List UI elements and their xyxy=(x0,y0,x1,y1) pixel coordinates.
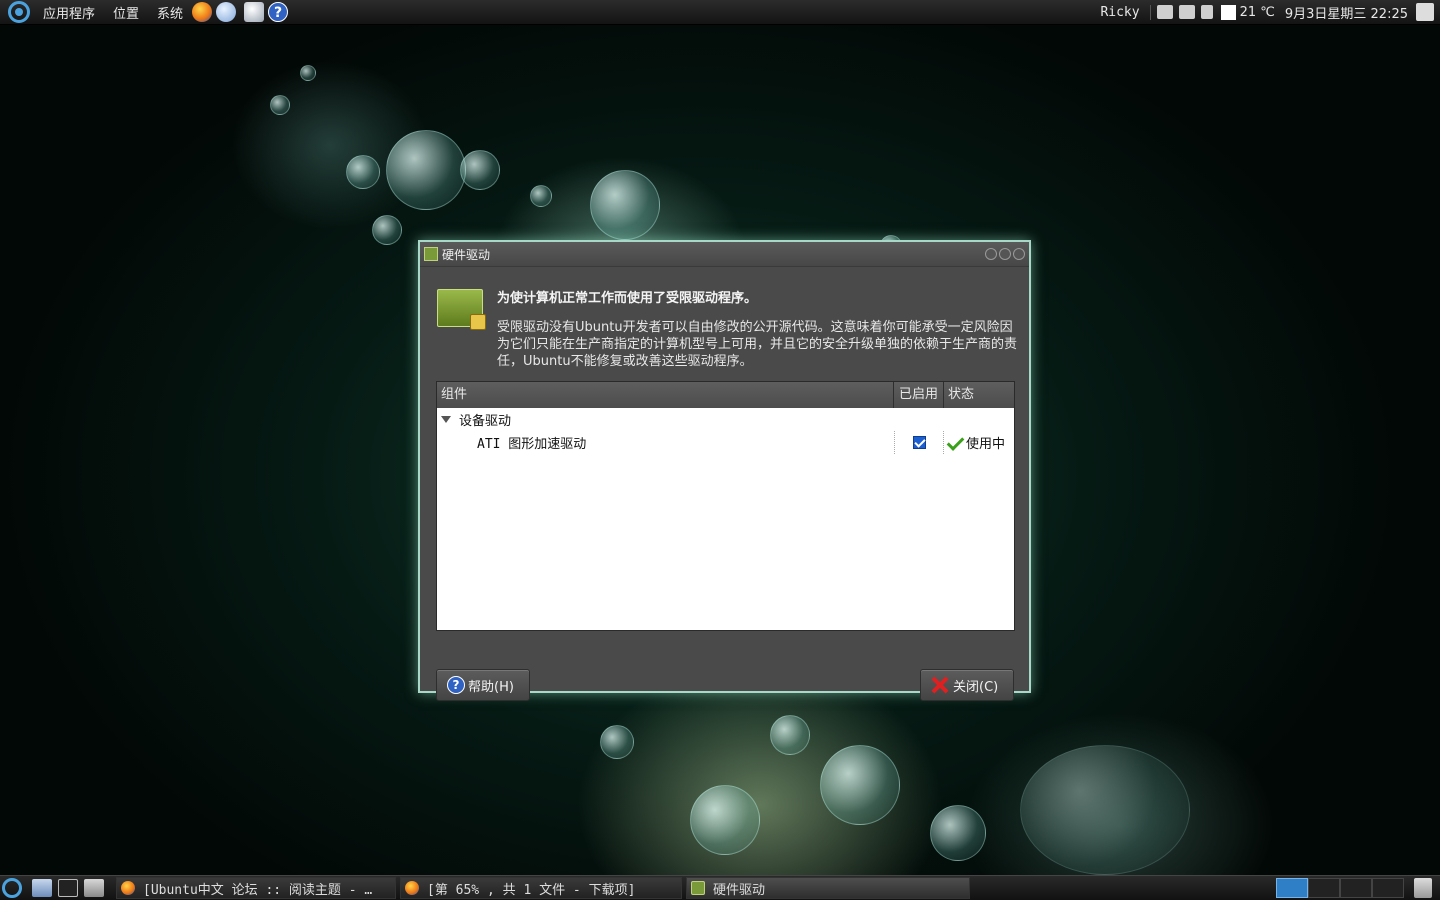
help-launcher-icon[interactable]: ? xyxy=(268,2,289,22)
wallpaper-bubble xyxy=(386,130,466,210)
taskbar-item-forum[interactable]: [Ubuntu中文 论坛 :: 阅读主题 - … xyxy=(116,877,396,899)
column-enabled[interactable]: 已启用 xyxy=(894,382,944,408)
wallpaper-bubble xyxy=(346,155,380,189)
column-component[interactable]: 组件 xyxy=(437,382,894,408)
hardware-driver-icon xyxy=(691,881,705,895)
window-buttons xyxy=(985,248,1025,260)
dialog-titlebar[interactable]: 硬件驱动 xyxy=(420,242,1029,267)
close-icon xyxy=(931,676,949,694)
close-button[interactable]: 关闭(C) xyxy=(920,669,1014,701)
firefox-icon xyxy=(405,881,419,895)
restricted-driver-icon xyxy=(437,289,486,330)
wallpaper-bubble xyxy=(600,725,634,759)
trash-icon[interactable] xyxy=(1414,878,1432,898)
close-window-button[interactable] xyxy=(1013,248,1025,260)
menu-places[interactable]: 位置 xyxy=(108,3,144,22)
keyboard-icon[interactable] xyxy=(1156,5,1173,19)
notification-area: Ricky 21 ℃ 9月3日星期三 22:25 xyxy=(1090,0,1440,25)
wallpaper-bubble xyxy=(930,805,986,861)
help-button[interactable]: ? 帮助(H) xyxy=(436,669,530,701)
logout-icon[interactable] xyxy=(1416,3,1434,21)
workspace-2[interactable] xyxy=(1308,878,1340,898)
status-cell: 使用中 xyxy=(944,431,1014,454)
wallpaper-bubble xyxy=(820,745,900,825)
show-desktop-icon[interactable] xyxy=(32,879,52,897)
weather-icon[interactable] xyxy=(1220,4,1236,20)
driver-enabled-checkbox[interactable] xyxy=(912,436,926,449)
chat-launcher-icon[interactable] xyxy=(216,2,237,22)
workspace-switcher xyxy=(1276,877,1404,899)
dialog-body: 为使计算机正常工作而使用了受限驱动程序。 受限驱动没有Ubuntu开发者可以自由… xyxy=(420,267,1029,701)
ubuntu-logo-icon[interactable] xyxy=(8,1,30,23)
wallpaper-bubble xyxy=(530,185,552,207)
menu-applications[interactable]: 应用程序 xyxy=(38,3,100,22)
minimize-button[interactable] xyxy=(985,248,997,260)
workspace-4[interactable] xyxy=(1372,878,1404,898)
category-label: 设备驱动 xyxy=(459,414,512,429)
clock[interactable]: 9月3日星期三 22:25 xyxy=(1285,3,1414,22)
enabled-cell xyxy=(894,431,944,454)
wallpaper-bubble xyxy=(460,150,500,190)
wallpaper-bubble xyxy=(590,170,660,240)
column-status[interactable]: 状态 xyxy=(944,382,1014,408)
workspace-3[interactable] xyxy=(1340,878,1372,898)
hardware-driver-icon xyxy=(424,247,438,261)
tree-category-row[interactable]: 设备驱动 xyxy=(437,408,1014,431)
dialog-title: 硬件驱动 xyxy=(442,247,491,262)
taskbar-item-downloads[interactable]: [第 65% , 共 1 文件 - 下载项] xyxy=(400,877,682,899)
dialog-description: 受限驱动没有Ubuntu开发者可以自由修改的公开源代码。这意味着你可能承受一定风… xyxy=(497,320,1018,369)
close-button-label: 关闭(C) xyxy=(953,679,999,695)
check-mark-icon xyxy=(946,435,962,451)
taskbar-item-label: [Ubuntu中文 论坛 :: 阅读主题 - … xyxy=(143,882,373,898)
driver-status: 使用中 xyxy=(966,437,1006,452)
wallpaper-bubble xyxy=(690,785,760,855)
firefox-icon xyxy=(121,881,135,895)
ubuntu-logo-icon[interactable] xyxy=(2,878,22,898)
help-button-label: 帮助(H) xyxy=(468,679,514,695)
driver-name: ATI 图形加速驱动 xyxy=(477,437,587,452)
driver-cell: ATI 图形加速驱动 xyxy=(437,431,894,454)
tree-header: 组件 已启用 状态 xyxy=(437,382,1014,408)
hardware-drivers-dialog: 硬件驱动 为使计算机正常工作而使用了受限驱动程序。 受限驱动没有Ubuntu开发… xyxy=(418,240,1031,701)
firefox-launcher-icon[interactable] xyxy=(192,2,213,22)
category-cell: 设备驱动 xyxy=(437,408,1014,431)
menu-system[interactable]: 系统 xyxy=(152,3,188,22)
wallpaper-bubble xyxy=(770,715,810,755)
dialog-headline: 为使计算机正常工作而使用了受限驱动程序。 xyxy=(497,291,758,306)
wallpaper-bubble xyxy=(270,95,290,115)
wallpaper-bubble xyxy=(300,65,316,81)
mail-launcher-icon[interactable] xyxy=(244,2,265,22)
temperature[interactable]: 21 ℃ xyxy=(1240,5,1281,20)
top-panel: 应用程序 位置 系统 ? Ricky 21 ℃ 9月3日星期三 22:25 xyxy=(0,0,1440,25)
help-icon: ? xyxy=(447,676,465,694)
driver-row[interactable]: ATI 图形加速驱动 使用中 xyxy=(437,431,1014,454)
taskbar-item-label: 硬件驱动 xyxy=(713,882,766,898)
expander-arrow-icon[interactable] xyxy=(441,416,451,423)
workspace-1[interactable] xyxy=(1276,878,1308,898)
volume-icon[interactable] xyxy=(1200,5,1213,19)
wallpaper-bubble xyxy=(372,215,402,245)
tools-icon[interactable] xyxy=(84,879,104,897)
terminal-icon[interactable] xyxy=(58,879,78,897)
user-name[interactable]: Ricky xyxy=(1090,4,1151,20)
maximize-button[interactable] xyxy=(999,248,1011,260)
network-icon[interactable] xyxy=(1178,5,1195,19)
drivers-tree: 组件 已启用 状态 设备驱动 ATI 图形加速驱动 使用中 xyxy=(436,381,1015,631)
wallpaper-bubble xyxy=(1020,745,1190,875)
taskbar-item-hardware-drivers[interactable]: 硬件驱动 xyxy=(686,877,970,899)
bottom-panel: [Ubuntu中文 论坛 :: 阅读主题 - … [第 65% , 共 1 文件… xyxy=(0,875,1440,900)
taskbar-item-label: [第 65% , 共 1 文件 - 下载项] xyxy=(427,882,636,898)
